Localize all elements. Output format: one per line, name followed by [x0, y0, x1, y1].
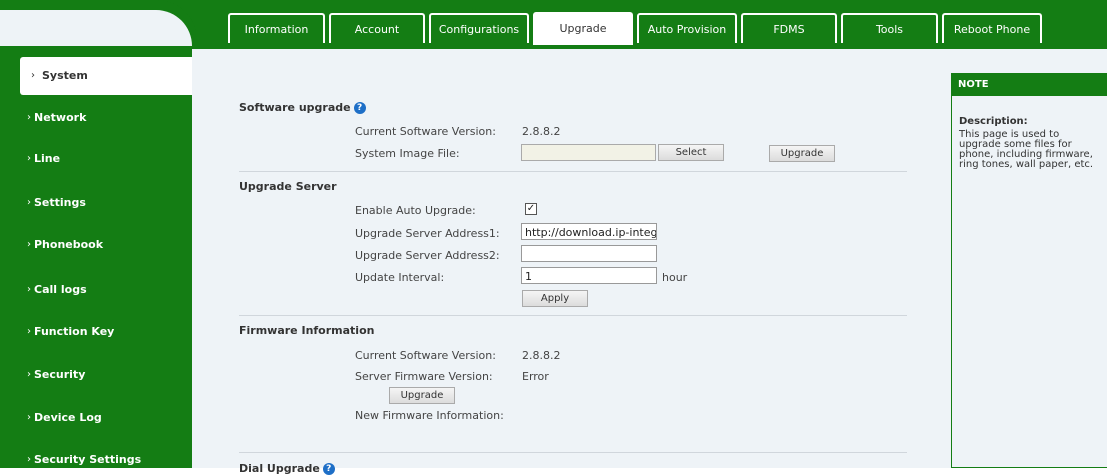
- sidebar-item-label: Phonebook: [34, 238, 104, 251]
- note-text: This page is used to upgrade some files …: [959, 129, 1094, 170]
- section-title-software-upgrade: Software upgrade?: [239, 101, 366, 114]
- section-title-upgrade-server: Upgrade Server: [239, 180, 337, 193]
- sidebar-item-function-key[interactable]: › Function Key: [0, 317, 192, 347]
- enable-auto-upgrade-checkbox[interactable]: ✓: [525, 203, 537, 215]
- sidebar-item-system[interactable]: › System: [20, 57, 192, 95]
- firmware-current-version-label: Current Software Version:: [355, 349, 496, 362]
- sidebar-item-label: System: [42, 69, 88, 82]
- sidebar: › System › Network › Line › Settings › P…: [0, 46, 192, 468]
- tab-auto-provision[interactable]: Auto Provision: [637, 13, 737, 43]
- upgrade-server-address1-label: Upgrade Server Address1:: [355, 227, 500, 240]
- sidebar-item-label: Line: [34, 152, 61, 165]
- tab-tools[interactable]: Tools: [841, 13, 938, 43]
- tab-account[interactable]: Account: [329, 13, 425, 43]
- update-interval-label: Update Interval:: [355, 271, 445, 284]
- server-firmware-version-value: Error: [522, 370, 549, 383]
- sidebar-item-security-settings[interactable]: › Security Settings: [0, 445, 192, 475]
- upgrade-server-address1-field[interactable]: http://download.ip-integr: [521, 223, 657, 240]
- section-title-text: Dial Upgrade: [239, 462, 320, 475]
- sidebar-item-call-logs[interactable]: › Call logs: [0, 275, 192, 305]
- sidebar-item-phonebook[interactable]: › Phonebook: [0, 230, 192, 260]
- apply-button[interactable]: Apply: [522, 290, 588, 307]
- upgrade-server-address2-field[interactable]: [521, 245, 657, 262]
- select-file-button[interactable]: Select: [658, 144, 724, 161]
- sidebar-item-label: Network: [34, 111, 87, 124]
- note-panel: NOTE Description: This page is used to u…: [951, 73, 1107, 468]
- update-interval-unit: hour: [662, 271, 688, 284]
- server-firmware-version-label: Server Firmware Version:: [355, 370, 493, 383]
- update-interval-field[interactable]: 1: [521, 267, 657, 284]
- note-title: Description:: [959, 116, 1028, 127]
- sidebar-item-label: Function Key: [34, 325, 115, 338]
- chevron-right-icon: ›: [27, 239, 31, 250]
- tab-reboot-phone[interactable]: Reboot Phone: [942, 13, 1042, 43]
- section-title-text: Software upgrade: [239, 101, 351, 114]
- upgrade-server-address2-label: Upgrade Server Address2:: [355, 249, 500, 262]
- chevron-right-icon: ›: [31, 70, 35, 81]
- section-title-dial-upgrade: Dial Upgrade?: [239, 462, 335, 475]
- current-software-version-label: Current Software Version:: [355, 125, 496, 138]
- sidebar-item-label: Security Settings: [34, 453, 142, 466]
- help-icon[interactable]: ?: [353, 102, 366, 114]
- section-title-firmware-information: Firmware Information: [239, 324, 375, 337]
- section-divider: [239, 171, 907, 172]
- sidebar-item-label: Settings: [34, 196, 86, 209]
- system-image-file-label: System Image File:: [355, 147, 460, 160]
- software-upgrade-button[interactable]: Upgrade: [769, 145, 835, 162]
- chevron-right-icon: ›: [27, 326, 31, 337]
- tab-fdms[interactable]: FDMS: [741, 13, 837, 43]
- tab-upgrade[interactable]: Upgrade: [533, 12, 633, 45]
- sidebar-item-label: Security: [34, 368, 86, 381]
- sidebar-item-label: Device Log: [34, 411, 102, 424]
- current-software-version-value: 2.8.8.2: [522, 125, 561, 138]
- sidebar-item-device-log[interactable]: › Device Log: [0, 403, 192, 433]
- chevron-right-icon: ›: [27, 284, 31, 295]
- chevron-right-icon: ›: [27, 412, 31, 423]
- chevron-right-icon: ›: [27, 369, 31, 380]
- sidebar-item-label: Call logs: [34, 283, 87, 296]
- enable-auto-upgrade-label: Enable Auto Upgrade:: [355, 204, 476, 217]
- chevron-right-icon: ›: [27, 153, 31, 164]
- tab-information[interactable]: Information: [228, 13, 325, 43]
- sidebar-item-security[interactable]: › Security: [0, 360, 192, 390]
- sidebar-item-settings[interactable]: › Settings: [0, 188, 192, 218]
- system-image-file-field[interactable]: [521, 144, 656, 161]
- tab-configurations[interactable]: Configurations: [429, 13, 529, 43]
- chevron-right-icon: ›: [27, 197, 31, 208]
- section-divider: [239, 315, 907, 316]
- help-icon[interactable]: ?: [322, 463, 335, 475]
- section-divider: [239, 452, 907, 453]
- new-firmware-information-label: New Firmware Information:: [355, 409, 504, 422]
- chevron-right-icon: ›: [27, 112, 31, 123]
- firmware-current-version-value: 2.8.8.2: [522, 349, 561, 362]
- firmware-upgrade-button[interactable]: Upgrade: [389, 387, 455, 404]
- sidebar-item-line[interactable]: › Line: [0, 144, 192, 174]
- note-header: NOTE: [952, 74, 1107, 96]
- sidebar-item-network[interactable]: › Network: [0, 103, 192, 133]
- chevron-right-icon: ›: [27, 454, 31, 465]
